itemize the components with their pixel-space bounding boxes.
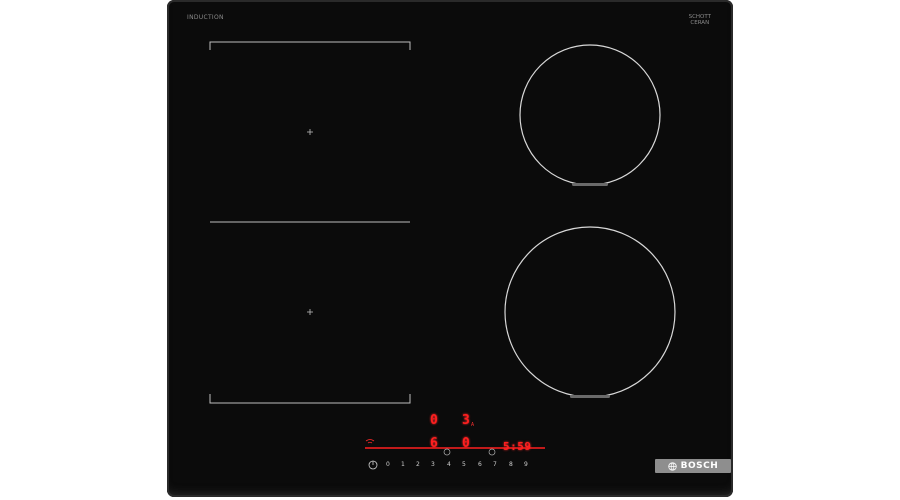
flex-zone-bottom-crosshair[interactable] [307, 309, 313, 315]
zone-select-icon[interactable] [488, 448, 496, 456]
display-zone-top-right-suffix: A [471, 422, 475, 428]
display-zone-top-right: 3 [462, 413, 470, 428]
power-level-0[interactable]: 0 [386, 461, 390, 468]
brand-schott-ceran: SCHOTT CERAN [689, 14, 711, 26]
display-zone-top-left: 0 [430, 413, 438, 428]
power-level-7[interactable]: 7 [493, 461, 497, 468]
bosch-logo-text: BOSCH [680, 461, 719, 471]
display-zone-bottom-left: 6 [430, 436, 438, 451]
display-zone-bottom-right: 0 [462, 436, 470, 451]
cooktop-glass: INDUCTION SCHOTT CERAN 0 3 A 6 0 5:59 0 … [167, 0, 733, 497]
bosch-logo-icon [667, 461, 677, 471]
display-timer: 5:59 [503, 440, 532, 453]
cooking-zones [209, 41, 676, 470]
flex-zone-top-crosshair[interactable] [307, 129, 313, 135]
flex-zone-outline [209, 41, 411, 404]
power-level-6[interactable]: 6 [478, 461, 482, 468]
zone-bottom-right[interactable] [504, 226, 676, 398]
power-level-3[interactable]: 3 [431, 461, 435, 468]
brand-ceran: CERAN [690, 20, 710, 26]
power-level-9[interactable]: 9 [524, 461, 528, 468]
zone-top-right-marker [572, 183, 608, 186]
bosch-logo-plate: BOSCH [655, 459, 731, 473]
zone-bottom-right-marker [570, 395, 610, 398]
zone-top-right[interactable] [519, 44, 661, 186]
power-level-4[interactable]: 4 [447, 461, 451, 468]
power-level-1[interactable]: 1 [401, 461, 405, 468]
power-level-8[interactable]: 8 [509, 461, 513, 468]
brand-induction-label: INDUCTION [187, 14, 224, 21]
wifi-icon[interactable] [365, 439, 375, 444]
timer-icon[interactable] [443, 448, 451, 456]
power-level-5[interactable]: 5 [462, 461, 466, 468]
power-level-2[interactable]: 2 [416, 461, 420, 468]
power-icon[interactable] [368, 460, 378, 470]
